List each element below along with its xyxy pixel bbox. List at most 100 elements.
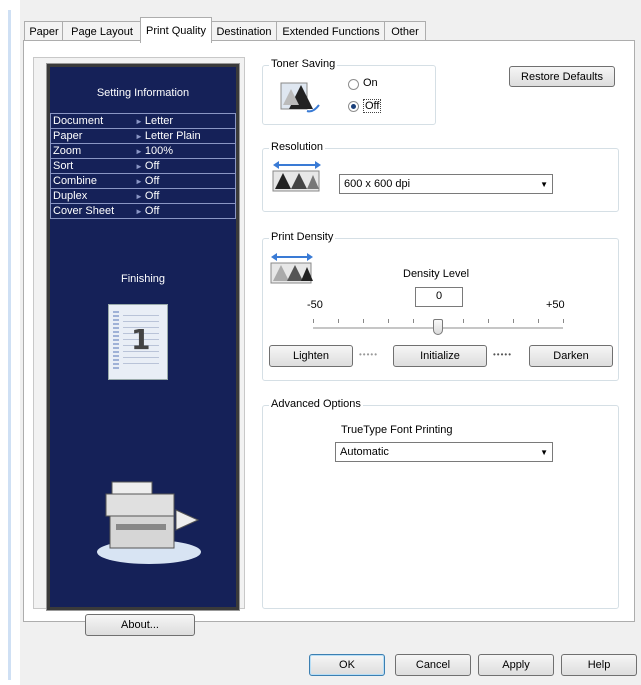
- lighten-dots: •••••: [359, 350, 379, 359]
- initialize-button[interactable]: Initialize: [393, 345, 487, 367]
- advanced-options-group: Advanced Options TrueType Font Printing …: [262, 398, 619, 609]
- toner-saving-label: Toner Saving: [269, 58, 338, 70]
- help-button[interactable]: Help: [561, 654, 637, 676]
- tab-label: Other: [391, 26, 419, 38]
- preview-panel: Setting Information Document ► Letter Paper…: [33, 57, 245, 610]
- tab-label: Paper: [29, 26, 59, 38]
- setting-info-row: Paper ► Letter Plain: [51, 129, 235, 144]
- slider-tick: [413, 319, 414, 323]
- setting-info-value-text: Off: [144, 205, 160, 217]
- tab-label: Destination: [216, 26, 272, 38]
- setting-info-value-text: Off: [144, 160, 160, 172]
- left-strip: [0, 0, 20, 685]
- density-slider-thumb[interactable]: [433, 319, 443, 335]
- setting-info-value: ► Letter: [135, 115, 235, 127]
- slider-tick: [388, 319, 389, 323]
- ok-button[interactable]: OK: [309, 654, 385, 676]
- darken-label: Darken: [553, 350, 589, 362]
- resolution-group: Resolution 600 x 600 dpi ▼: [262, 141, 619, 212]
- setting-info-value: ► Off: [135, 160, 235, 172]
- apply-button[interactable]: Apply: [478, 654, 554, 676]
- print-density-icon: [270, 253, 313, 284]
- arrow-right-icon: ►: [135, 192, 143, 201]
- ok-label: OK: [339, 659, 355, 671]
- slider-tick: [563, 319, 564, 323]
- about-button[interactable]: About...: [85, 614, 195, 636]
- chevron-down-icon: ▼: [540, 448, 548, 457]
- arrow-right-icon: ►: [135, 147, 143, 156]
- tab-page-layout[interactable]: Page Layout: [62, 21, 142, 42]
- cancel-button[interactable]: Cancel: [395, 654, 471, 676]
- setting-info-key: Paper: [53, 130, 83, 142]
- slider-tick: [363, 319, 364, 323]
- setting-info-row: Combine ► Off: [51, 174, 235, 189]
- arrow-right-icon: ►: [135, 207, 143, 216]
- setting-info-key: Sort: [53, 160, 74, 172]
- setting-info-value-text: Off: [144, 190, 160, 202]
- lighten-label: Lighten: [292, 350, 330, 362]
- initialize-label: Initialize: [420, 350, 460, 362]
- slider-tick: [463, 319, 464, 323]
- arrow-right-icon: ►: [135, 162, 143, 171]
- setting-info-value: ► 100%: [135, 145, 235, 157]
- left-accent-bar: [8, 10, 11, 680]
- truetype-font-value: Automatic: [340, 446, 389, 458]
- tab-other[interactable]: Other: [384, 21, 426, 42]
- slider-tick: [488, 319, 489, 323]
- slider-tick: [538, 319, 539, 323]
- setting-info-key: Zoom: [53, 145, 82, 157]
- resolution-icon: [272, 161, 321, 192]
- toner-saving-icon: [280, 82, 320, 113]
- finishing-label: Finishing: [120, 273, 166, 285]
- page-preview-icon: 1: [108, 304, 168, 380]
- truetype-font-select[interactable]: Automatic ▼: [335, 442, 553, 462]
- restore-defaults-label: Restore Defaults: [521, 70, 603, 83]
- tab-label: Print Quality: [146, 24, 206, 37]
- darken-button[interactable]: Darken: [529, 345, 613, 367]
- setting-info-row: Document ► Letter: [51, 114, 235, 129]
- toner-saving-on-label: On: [363, 77, 378, 89]
- density-max-label: +50: [546, 299, 565, 311]
- setting-info-key: Duplex: [53, 190, 88, 202]
- tab-destination[interactable]: Destination: [210, 21, 278, 42]
- setting-info-value: ► Letter Plain: [135, 130, 235, 142]
- setting-info-key: Document: [53, 115, 104, 127]
- slider-tick: [313, 319, 314, 323]
- tab-extended-functions[interactable]: Extended Functions: [276, 21, 386, 42]
- setting-information-title: Setting Information: [96, 87, 190, 99]
- resolution-value: 600 x 600 dpi: [344, 178, 411, 190]
- setting-preview: Setting Information Document ► Letter Paper…: [47, 64, 239, 610]
- arrow-right-icon: ►: [135, 117, 143, 126]
- setting-info-key: Combine: [53, 175, 98, 187]
- density-min-label: -50: [307, 299, 323, 311]
- tab-print-quality[interactable]: Print Quality: [140, 17, 212, 43]
- setting-info-row: Zoom ► 100%: [51, 144, 235, 159]
- setting-info-row: Cover Sheet ► Off: [51, 204, 235, 218]
- setting-info-value: ► Off: [135, 205, 235, 217]
- density-level-input[interactable]: 0: [415, 287, 463, 307]
- darken-dots: •••••: [493, 350, 513, 359]
- resolution-label: Resolution: [269, 141, 325, 153]
- setting-info-table: Document ► Letter Paper ► Letter Plain Zoom ► 10…: [50, 113, 236, 219]
- restore-defaults-button[interactable]: Restore Defaults: [509, 66, 615, 87]
- advanced-options-label: Advanced Options: [269, 398, 363, 410]
- page-number: 1: [131, 323, 151, 356]
- about-button-label: About...: [121, 619, 159, 631]
- chevron-down-icon: ▼: [540, 180, 548, 189]
- resolution-select[interactable]: 600 x 600 dpi ▼: [339, 174, 553, 194]
- truetype-font-printing-label: TrueType Font Printing: [341, 424, 453, 436]
- toner-saving-on-radio[interactable]: [348, 79, 359, 90]
- setting-info-value-text: Letter Plain: [144, 130, 201, 142]
- print-density-label: Print Density: [269, 231, 336, 243]
- toner-saving-group: Toner Saving On Off: [262, 58, 436, 125]
- setting-info-row: Sort ► Off: [51, 159, 235, 174]
- slider-tick: [513, 319, 514, 323]
- arrow-right-icon: ►: [135, 132, 143, 141]
- tab-label: Extended Functions: [282, 26, 380, 38]
- toner-saving-off-radio[interactable]: [348, 101, 359, 112]
- lighten-button[interactable]: Lighten: [269, 345, 353, 367]
- print-density-group: Print Density Density Level 0 -50 +50 Li…: [262, 231, 619, 381]
- setting-info-value: ► Off: [135, 175, 235, 187]
- tab-paper[interactable]: Paper: [24, 21, 64, 42]
- apply-label: Apply: [502, 659, 530, 671]
